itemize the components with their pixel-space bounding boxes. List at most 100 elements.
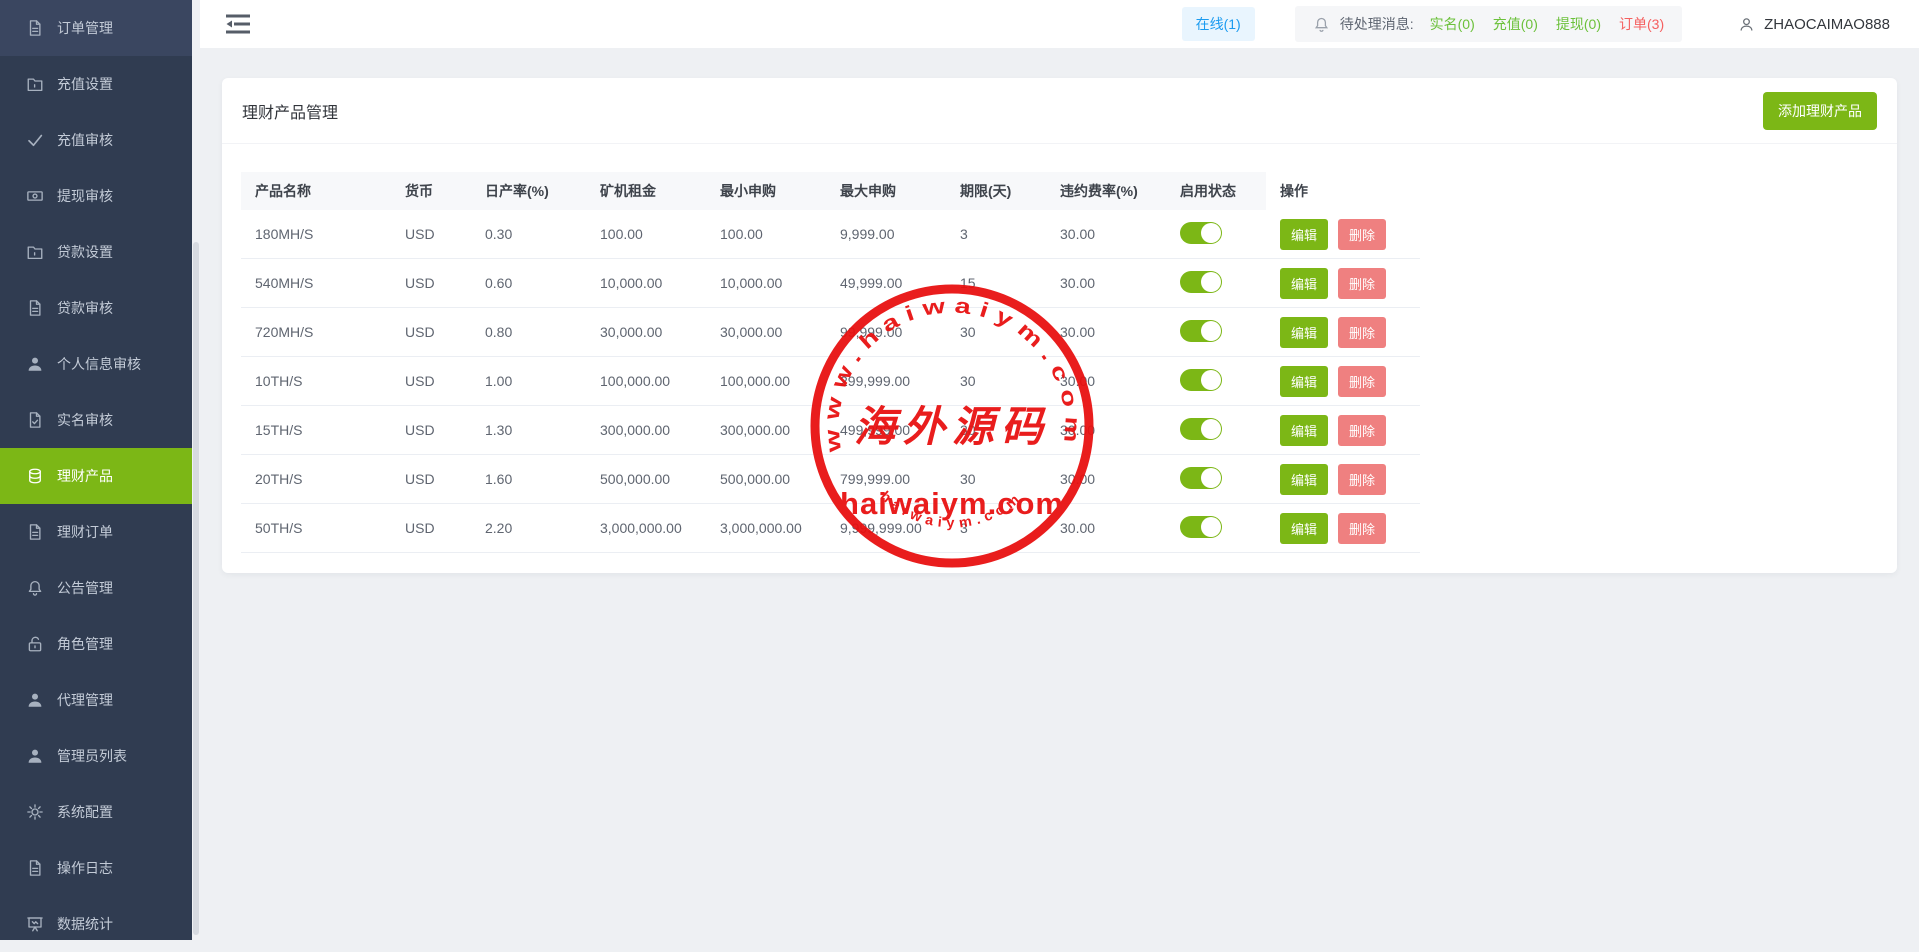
edit-button[interactable]: 编辑 (1280, 366, 1328, 397)
penalty-rate: 30.00 (1046, 422, 1166, 438)
sidebar-item-loan-review[interactable]: 贷款审核 (0, 280, 192, 336)
sidebar-item-label: 角色管理 (57, 634, 113, 654)
enable-toggle[interactable] (1180, 222, 1222, 244)
currency: USD (391, 520, 471, 536)
sidebar-item-order-management[interactable]: 订单管理 (0, 0, 192, 56)
sidebar-item-admins[interactable]: 管理员列表 (0, 728, 192, 784)
edit-button[interactable]: 编辑 (1280, 513, 1328, 544)
add-product-button[interactable]: 添加理财产品 (1763, 92, 1877, 130)
sidebar-scrollbar-thumb[interactable] (193, 242, 199, 935)
operations-cell: 编辑删除 (1266, 366, 1420, 397)
doc-icon (26, 523, 44, 541)
daily-rate: 1.30 (471, 422, 586, 438)
sidebar-item-label: 代理管理 (57, 690, 113, 710)
sidebar-item-recharge-review[interactable]: 充值审核 (0, 112, 192, 168)
sidebar-item-operation-logs[interactable]: 操作日志 (0, 840, 192, 896)
sidebar-item-wealth-orders[interactable]: 理财订单 (0, 504, 192, 560)
pending-messages-bar: 待处理消息: 实名(0) 充值(0) 提现(0) 订单(3) (1295, 6, 1682, 42)
table-row: 540MH/SUSD0.6010,000.0010,000.0049,999.0… (241, 259, 1420, 308)
edit-button[interactable]: 编辑 (1280, 464, 1328, 495)
wealth-products-card: 理财产品管理 添加理财产品 产品名称货币日产率(%)矿机租金最小申购最大申购期限… (222, 78, 1897, 573)
sidebar-item-loan-settings[interactable]: 贷款设置 (0, 224, 192, 280)
sidebar-item-profile-review[interactable]: 个人信息审核 (0, 336, 192, 392)
enable-toggle[interactable] (1180, 369, 1222, 391)
enable-status-cell (1166, 418, 1266, 443)
message-link-recharge[interactable]: 充值(0) (1493, 16, 1538, 32)
current-user[interactable]: ZHAOCAIMAO888 (1738, 16, 1890, 33)
user-icon (26, 355, 44, 373)
product-name: 50TH/S (241, 520, 391, 536)
online-count-badge[interactable]: 在线(1) (1182, 7, 1255, 41)
delete-button[interactable]: 删除 (1338, 317, 1386, 348)
currency: USD (391, 226, 471, 242)
delete-button[interactable]: 删除 (1338, 366, 1386, 397)
username: ZHAOCAIMAO888 (1764, 16, 1890, 33)
column-header: 违约费率(%) (1046, 172, 1166, 210)
database-icon (26, 467, 44, 485)
message-link-withdraw[interactable]: 提现(0) (1556, 16, 1601, 32)
collapse-menu-icon[interactable] (225, 13, 251, 35)
pending-messages-label: 待处理消息: (1340, 14, 1414, 34)
delete-button[interactable]: 删除 (1338, 268, 1386, 299)
sidebar-item-announcements[interactable]: 公告管理 (0, 560, 192, 616)
doc-icon (26, 19, 44, 37)
topbar-right: 在线(1) 待处理消息: 实名(0) 充值(0) 提现(0) 订单(3) ZHAOCA… (1182, 6, 1890, 42)
delete-button[interactable]: 删除 (1338, 219, 1386, 250)
sidebar-item-roles[interactable]: 角色管理 (0, 616, 192, 672)
delete-button[interactable]: 删除 (1338, 464, 1386, 495)
toggle-knob (1201, 272, 1221, 292)
enable-toggle[interactable] (1180, 516, 1222, 538)
daily-rate: 0.60 (471, 275, 586, 291)
sidebar-item-label: 数据统计 (57, 914, 113, 934)
message-link-order[interactable]: 订单(3) (1619, 16, 1664, 32)
term-days: 30 (946, 324, 1046, 340)
sidebar-item-realname-review[interactable]: 实名审核 (0, 392, 192, 448)
delete-button[interactable]: 删除 (1338, 513, 1386, 544)
sidebar-item-statistics[interactable]: 数据统计 (0, 896, 192, 952)
penalty-rate: 30.00 (1046, 373, 1166, 389)
edit-button[interactable]: 编辑 (1280, 219, 1328, 250)
penalty-rate: 30.00 (1046, 324, 1166, 340)
sidebar-item-recharge-settings[interactable]: 充值设置 (0, 56, 192, 112)
delete-button[interactable]: 删除 (1338, 415, 1386, 446)
pending-message-links: 实名(0) 充值(0) 提现(0) 订单(3) (1430, 14, 1665, 34)
rent: 3,000,000.00 (586, 520, 706, 536)
operations-cell: 编辑删除 (1266, 219, 1420, 250)
enable-toggle[interactable] (1180, 418, 1222, 440)
sidebar-item-label: 管理员列表 (57, 746, 127, 766)
table-row: 15TH/SUSD1.30300,000.00300,000.00499,999… (241, 406, 1420, 455)
enable-toggle[interactable] (1180, 467, 1222, 489)
sidebar-item-system-config[interactable]: 系统配置 (0, 784, 192, 840)
rent: 100.00 (586, 226, 706, 242)
max-subscription: 799,999.00 (826, 471, 946, 487)
currency: USD (391, 373, 471, 389)
sidebar-item-label: 实名审核 (57, 410, 113, 430)
enable-toggle[interactable] (1180, 271, 1222, 293)
column-header: 货币 (391, 172, 471, 210)
operations-cell: 编辑删除 (1266, 464, 1420, 495)
enable-toggle[interactable] (1180, 320, 1222, 342)
toggle-knob (1201, 468, 1221, 488)
product-name: 10TH/S (241, 373, 391, 389)
message-link-realname[interactable]: 实名(0) (1430, 16, 1475, 32)
gear-icon (26, 803, 44, 821)
sidebar-item-agents[interactable]: 代理管理 (0, 672, 192, 728)
penalty-rate: 30.00 (1046, 520, 1166, 536)
enable-status-cell (1166, 516, 1266, 541)
sidebar-item-wealth-products[interactable]: 理财产品 (0, 448, 192, 504)
max-subscription: 99,999.00 (826, 324, 946, 340)
sidebar-item-withdraw-review[interactable]: 提现审核 (0, 168, 192, 224)
penalty-rate: 30.00 (1046, 226, 1166, 242)
folder-icon (26, 243, 44, 261)
edit-button[interactable]: 编辑 (1280, 415, 1328, 446)
column-header: 期限(天) (946, 172, 1046, 210)
edit-button[interactable]: 编辑 (1280, 268, 1328, 299)
daily-rate: 0.80 (471, 324, 586, 340)
edit-button[interactable]: 编辑 (1280, 317, 1328, 348)
sidebar-item-label: 理财订单 (57, 522, 113, 542)
product-name: 540MH/S (241, 275, 391, 291)
bell-icon (1313, 16, 1330, 33)
board-icon (26, 915, 44, 933)
banknote-icon (26, 187, 44, 205)
operations-cell: 编辑删除 (1266, 513, 1420, 544)
